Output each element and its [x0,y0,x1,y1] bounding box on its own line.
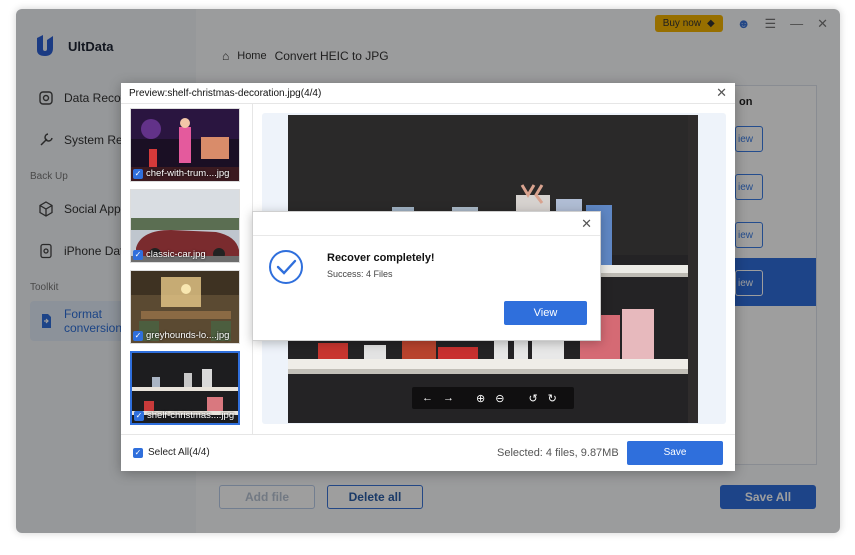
image-toolbar: ← → ⊕ ⊖ ↺ ↻ [412,387,574,409]
preview-title: Preview:shelf-christmas-decoration.jpg(4… [129,88,322,99]
thumbnail-caption: ✓ classic-car.jpg [133,249,206,260]
arrow-right-icon[interactable]: → [443,392,454,404]
thumbnail-item[interactable]: ✓ greyhounds-lo....jpg [130,270,240,344]
divider [121,103,735,104]
divider [121,434,735,435]
zoom-out-icon[interactable]: ⊖ [495,392,504,405]
thumbnail-filename: greyhounds-lo....jpg [146,330,230,341]
divider [253,235,600,236]
thumbnail-caption: ✓ chef-with-trum....jpg [133,168,229,179]
dialog-title: Recover completely! [327,252,435,264]
checkbox-checked-icon[interactable]: ✓ [134,410,144,421]
preview-close-icon[interactable]: ✕ [716,85,727,101]
thumbnail-caption: ✓ shelf-christmas....jpg [134,410,234,421]
checkbox-checked-icon[interactable]: ✓ [133,447,143,458]
view-button[interactable]: View [504,301,587,325]
thumbnail-item[interactable]: ✓ classic-car.jpg [130,189,240,263]
zoom-in-icon[interactable]: ⊕ [476,392,485,405]
thumbnail-filename: chef-with-trum....jpg [146,168,230,179]
selected-info: Selected: 4 files, 9.87MB [497,447,619,459]
select-all-label: Select All(4/4) [148,447,210,458]
save-button[interactable]: Save [627,441,723,465]
thumbnail-list: ✓ chef-with-trum....jpg ✓ classic-car.jpg [130,108,242,428]
select-all-checkbox[interactable]: ✓ Select All(4/4) [133,447,210,458]
thumbnail-item[interactable]: ✓ chef-with-trum....jpg [130,108,240,182]
rotate-left-icon[interactable]: ↺ [528,392,537,405]
checkbox-checked-icon[interactable]: ✓ [133,168,143,179]
dialog-close-icon[interactable]: ✕ [581,216,592,232]
success-check-icon [269,250,303,284]
recover-complete-dialog: ✕ Recover completely! Success: 4 Files V… [252,211,601,341]
thumbnail-filename: shelf-christmas....jpg [147,410,235,421]
thumbnail-caption: ✓ greyhounds-lo....jpg [133,330,229,341]
rotate-right-icon[interactable]: ↻ [548,392,557,405]
thumbnail-filename: classic-car.jpg [146,249,206,260]
checkbox-checked-icon[interactable]: ✓ [133,249,143,260]
checkbox-checked-icon[interactable]: ✓ [133,330,143,341]
thumbnail-item-active[interactable]: ✓ shelf-christmas....jpg [130,351,240,425]
arrow-left-icon[interactable]: ← [422,392,433,404]
dialog-subtitle: Success: 4 Files [327,269,393,279]
